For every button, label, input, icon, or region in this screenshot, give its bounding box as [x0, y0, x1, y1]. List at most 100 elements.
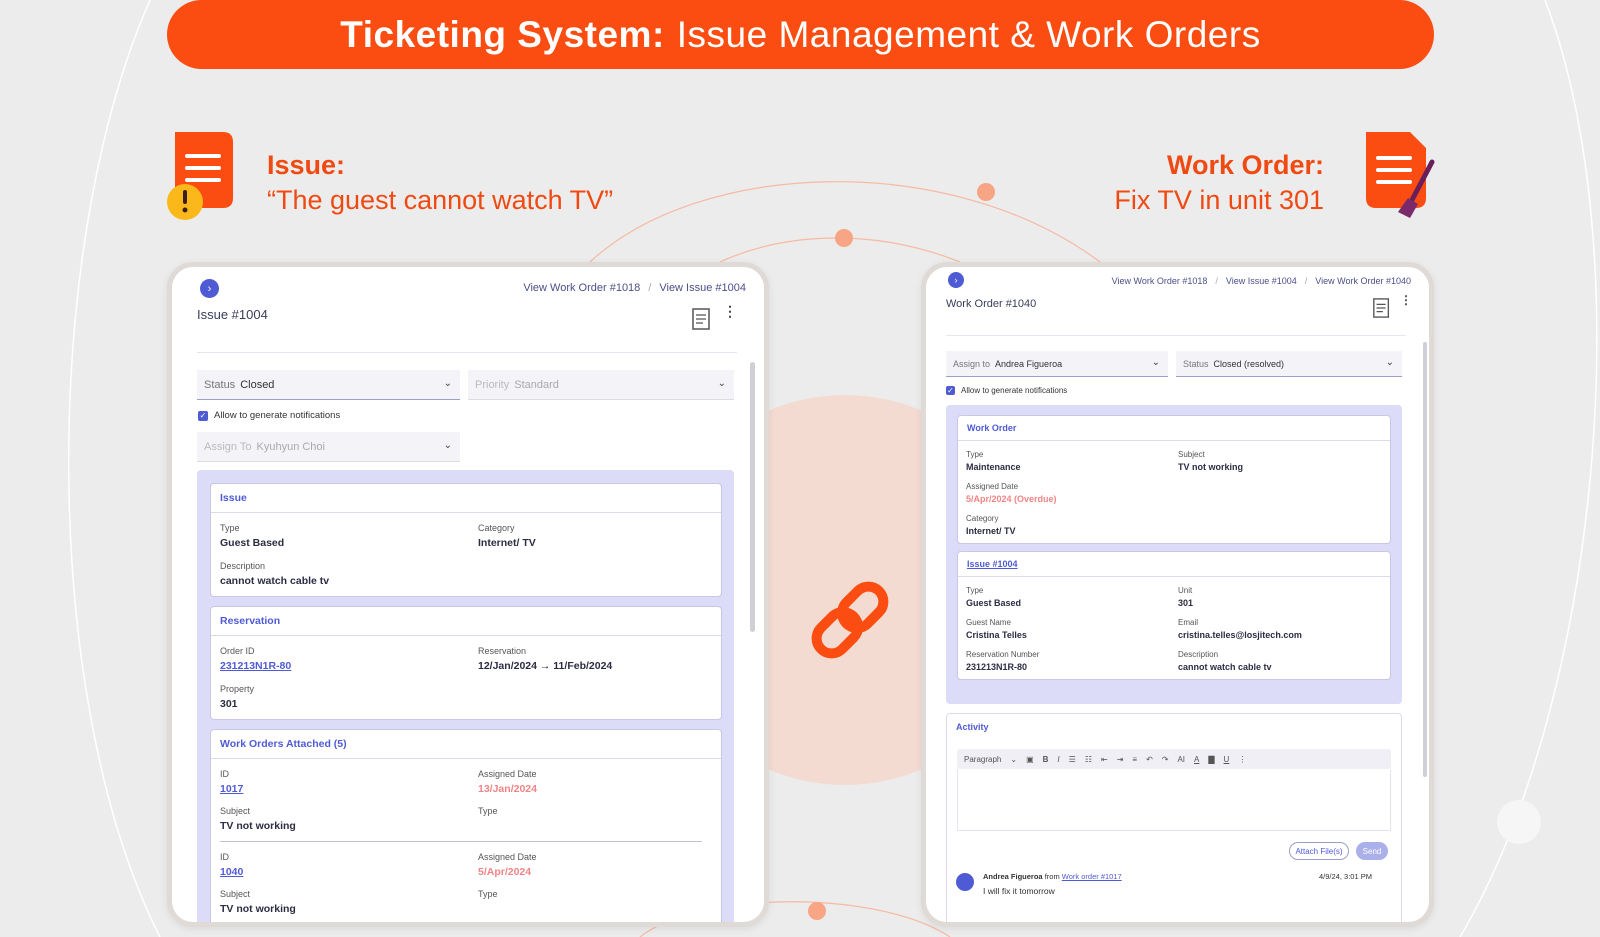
status-select[interactable]: Status Closed (resolved) ⌄	[1176, 351, 1402, 377]
priority-select[interactable]: Priority Standard ⌄	[468, 370, 734, 400]
assign-select[interactable]: Assign to Andrea Figueroa ⌄	[946, 351, 1168, 377]
image-icon[interactable]: ▣	[1026, 755, 1034, 764]
workorder-card-title: Work Order	[958, 416, 1390, 441]
chevron-down-icon: ⌄	[1385, 357, 1394, 368]
banner-title-bold: Ticketing System:	[340, 13, 665, 55]
workorder-category: Category Internet/ TV	[966, 514, 1016, 536]
underline-icon[interactable]: U	[1224, 755, 1230, 764]
workorder-row-id: ID 1040	[220, 852, 244, 878]
comment-from: from	[1044, 872, 1060, 881]
reservation-card: Reservation Order ID 231213N1R-80 Reserva…	[210, 606, 722, 720]
paragraph-select[interactable]: Paragraph	[964, 755, 1001, 764]
workorders-card: Work Orders Attached (5) ID 1017 Assigned…	[210, 729, 722, 922]
assign-value: Andrea Figueroa	[995, 358, 1063, 369]
notifications-label: Allow to generate notifications	[961, 386, 1068, 395]
guest-email: Email cristina.telles@losjitech.com	[1178, 618, 1302, 640]
breadcrumb: View Work Order #1018/View Issue #1004/V…	[1111, 276, 1411, 286]
more-toolbar-icon[interactable]: ⋮	[1238, 755, 1246, 764]
workorder-row-type: Type	[478, 806, 498, 816]
notifications-label: Allow to generate notifications	[214, 410, 341, 421]
workorder-1017-link[interactable]: 1017	[220, 783, 243, 795]
issue-header-title: Issue:	[267, 150, 346, 180]
font-color-icon[interactable]: A	[1194, 755, 1199, 764]
comment-text: I will fix it tomorrow	[983, 886, 1055, 896]
avatar	[956, 873, 974, 891]
comment-meta: Andrea Figueroa from Work order #1017	[983, 872, 1122, 881]
italic-icon[interactable]: I	[1057, 755, 1059, 764]
scrollbar[interactable]	[1423, 342, 1427, 777]
send-button[interactable]: Send	[1356, 842, 1388, 860]
page-title: Issue #1004	[197, 307, 268, 322]
order-id: Order ID 231213N1R-80	[220, 646, 292, 672]
receipt-icon[interactable]	[1372, 297, 1392, 319]
assign-label: Assign To	[204, 440, 252, 453]
workorder-type: Type Maintenance	[966, 450, 1021, 472]
redo-icon[interactable]: ↷	[1162, 755, 1169, 764]
attach-files-button[interactable]: Attach File(s)	[1289, 842, 1349, 860]
align-icon[interactable]: ≡	[1132, 755, 1137, 764]
workorder-header-title: Work Order:	[1166, 150, 1324, 180]
indent-icon[interactable]: ⇥	[1117, 755, 1124, 764]
linked-issue-unit: Unit 301	[1178, 586, 1194, 608]
issue-type: Type Guest Based	[220, 523, 285, 549]
linked-issue-card: Issue #1004 Type Guest Based Unit 301 Gues…	[957, 551, 1391, 680]
checkbox-checked-icon[interactable]: ✓	[946, 386, 955, 395]
expand-button[interactable]: ›	[200, 279, 219, 298]
comment-editor[interactable]	[957, 769, 1391, 831]
breadcrumb-workorder-1018[interactable]: View Work Order #1018	[523, 282, 640, 294]
receipt-icon[interactable]	[691, 307, 713, 331]
status-label: Status	[1183, 358, 1209, 369]
expand-button[interactable]: ›	[948, 272, 964, 288]
divider	[197, 352, 737, 353]
comment-author: Andrea Figueroa	[983, 872, 1043, 881]
more-menu-icon[interactable]: ⋮	[1400, 293, 1412, 307]
issue-category: Category Internet/ TV	[478, 523, 536, 549]
status-select[interactable]: Status Closed ⌄	[197, 370, 460, 400]
chevron-down-icon: ⌄	[443, 378, 452, 389]
checkbox-checked-icon[interactable]: ✓	[198, 410, 208, 421]
assign-label: Assign to	[953, 358, 991, 369]
breadcrumb-issue-1004[interactable]: View Issue #1004	[659, 282, 746, 294]
undo-icon[interactable]: ↶	[1146, 755, 1153, 764]
bold-icon[interactable]: B	[1043, 755, 1049, 764]
status-label: Status	[204, 378, 236, 391]
notifications-checkbox[interactable]: ✓ Allow to generate notifications	[946, 386, 1067, 395]
breadcrumb-workorder-1040[interactable]: View Work Order #1040	[1315, 276, 1411, 286]
scrollbar[interactable]	[750, 362, 755, 632]
activity-title: Activity	[956, 721, 989, 732]
assign-select[interactable]: Assign To Kyuhyun Choi ⌄	[197, 432, 460, 462]
breadcrumb-workorder-1018[interactable]: View Work Order #1018	[1112, 276, 1208, 286]
numbered-list-icon[interactable]: ☷	[1085, 755, 1092, 764]
workorder-header-subtitle: Fix TV in unit 301	[1114, 185, 1324, 215]
workorder-subject: Subject TV not working	[1178, 450, 1243, 472]
workorder-row-type: Type	[478, 889, 498, 899]
workorder-row-date: Assigned Date 13/Jan/2024	[478, 769, 537, 795]
chevron-down-icon: ⌄	[717, 378, 726, 389]
font-size-icon[interactable]: AI	[1177, 755, 1185, 764]
notifications-checkbox[interactable]: ✓ Allow to generate notifications	[198, 410, 340, 421]
issue-card-title: Issue	[211, 484, 721, 513]
title-banner: Ticketing System: Issue Management & Wor…	[167, 0, 1434, 69]
issue-screen: › View Work Order #1018/View Issue #1004…	[167, 262, 769, 927]
more-menu-icon[interactable]: ⋮	[723, 303, 737, 320]
workorder-screen: › View Work Order #1018/View Issue #1004…	[921, 262, 1434, 927]
chevron-down-icon[interactable]: ⌄	[1010, 755, 1017, 764]
chevron-down-icon: ⌄	[443, 440, 452, 451]
workorder-1040-link[interactable]: 1040	[220, 866, 243, 878]
editor-toolbar: Paragraph ⌄ ▣ B I ☰ ☷ ⇤ ⇥ ≡ ↶ ↷ AI A ▇ U…	[957, 749, 1391, 769]
workorder-row-date: Assigned Date 5/Apr/2024	[478, 852, 537, 878]
workorder-row-subject: Subject TV not working	[220, 889, 296, 915]
linked-issue-link[interactable]: Issue #1004	[958, 552, 1390, 577]
property: Property 301	[220, 684, 255, 710]
workorder-card: Work Order Type Maintenance Subject TV not…	[957, 415, 1391, 544]
breadcrumb-issue-1004[interactable]: View Issue #1004	[1226, 276, 1297, 286]
comment-source-link[interactable]: Work order #1017	[1062, 872, 1122, 881]
outdent-icon[interactable]: ⇤	[1101, 755, 1108, 764]
highlight-icon[interactable]: ▇	[1208, 755, 1214, 764]
workorders-card-title: Work Orders Attached (5)	[211, 730, 721, 759]
bullet-list-icon[interactable]: ☰	[1069, 755, 1076, 764]
order-id-link[interactable]: 231213N1R-80	[220, 660, 291, 672]
workorder-document-icon	[1366, 132, 1435, 218]
issue-header-subtitle: “The guest cannot watch TV”	[267, 185, 614, 215]
reservation-number: Reservation Number 231213N1R-80	[966, 650, 1040, 672]
